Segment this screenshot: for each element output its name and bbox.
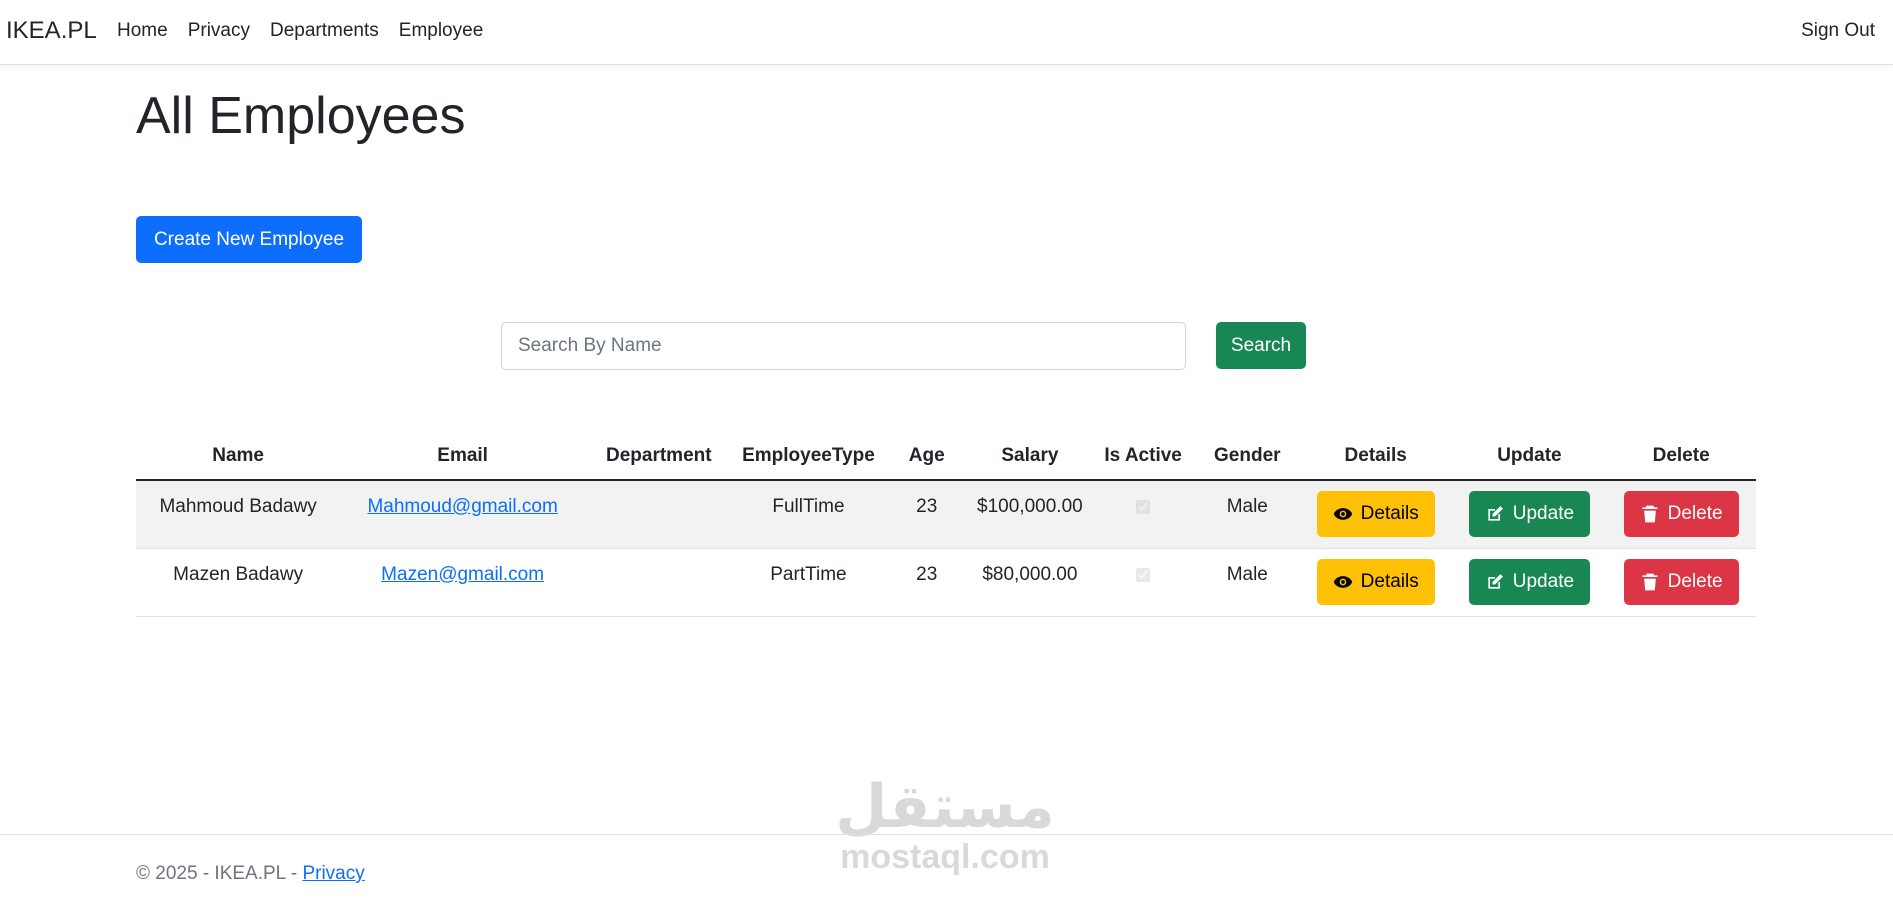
header-is-active: Is Active — [1090, 432, 1196, 481]
employee-name: Mahmoud Badawy — [136, 480, 341, 549]
edit-icon — [1488, 506, 1503, 521]
update-button[interactable]: Update — [1468, 491, 1591, 538]
header-details: Details — [1298, 432, 1453, 481]
table-header-row: Name Email Department EmployeeType Age S… — [136, 432, 1756, 481]
footer: © 2025 - IKEA.PL - Privacy — [0, 834, 1893, 907]
nav-employee[interactable]: Employee — [399, 20, 484, 42]
employee-email-cell: Mahmoud@gmail.com — [340, 480, 585, 549]
header-name: Name — [136, 432, 341, 481]
employee-department — [584, 480, 733, 549]
nav-departments[interactable]: Departments — [270, 20, 379, 42]
employee-department — [584, 548, 733, 617]
navbar: IKEA.PL Home Privacy Departments Employe… — [0, 0, 1893, 65]
delete-cell: Delete — [1606, 548, 1756, 617]
details-cell: Details — [1298, 548, 1453, 617]
header-gender: Gender — [1195, 432, 1299, 481]
delete-button[interactable]: Delete — [1623, 491, 1739, 538]
details-label: Details — [1360, 571, 1419, 592]
employee-email-link[interactable]: Mazen@gmail.com — [381, 564, 544, 585]
nav-home[interactable]: Home — [117, 20, 168, 42]
employee-gender: Male — [1195, 548, 1299, 617]
details-cell: Details — [1298, 480, 1453, 549]
create-employee-button[interactable]: Create New Employee — [136, 216, 362, 263]
update-button[interactable]: Update — [1468, 559, 1591, 605]
table-row: Mahmoud Badawy Mahmoud@gmail.com FullTim… — [136, 480, 1756, 549]
nav-links: Home Privacy Departments Employee — [117, 20, 503, 42]
employee-email-link[interactable]: Mahmoud@gmail.com — [367, 496, 557, 517]
is-active-checkbox — [1136, 500, 1151, 514]
delete-label: Delete — [1667, 571, 1723, 592]
employee-is-active — [1090, 480, 1196, 549]
employee-salary: $100,000.00 — [969, 480, 1091, 549]
details-label: Details — [1360, 503, 1419, 525]
footer-privacy-link[interactable]: Privacy — [302, 863, 364, 884]
trash-icon — [1642, 573, 1658, 591]
edit-icon — [1488, 574, 1503, 589]
update-cell: Update — [1452, 480, 1607, 549]
employee-salary: $80,000.00 — [969, 548, 1091, 617]
employee-type: PartTime — [732, 548, 885, 617]
employee-gender: Male — [1195, 480, 1299, 549]
employees-table: Name Email Department EmployeeType Age S… — [136, 432, 1756, 617]
page-title: All Employees — [136, 87, 466, 145]
eye-icon — [1333, 508, 1352, 521]
header-update: Update — [1452, 432, 1607, 481]
header-age: Age — [884, 432, 970, 481]
delete-button[interactable]: Delete — [1623, 559, 1739, 605]
search-input[interactable] — [501, 322, 1186, 370]
employee-email-cell: Mazen@gmail.com — [340, 548, 585, 617]
update-cell: Update — [1452, 548, 1607, 617]
header-department: Department — [584, 432, 733, 481]
employee-is-active — [1090, 548, 1196, 617]
search-button[interactable]: Search — [1216, 322, 1306, 369]
employee-age: 23 — [884, 480, 970, 549]
header-delete: Delete — [1606, 432, 1756, 481]
brand-link[interactable]: IKEA.PL — [6, 17, 97, 45]
employee-type: FullTime — [732, 480, 885, 549]
header-employee-type: EmployeeType — [732, 432, 885, 481]
employee-age: 23 — [884, 548, 970, 617]
delete-cell: Delete — [1606, 480, 1756, 549]
employee-name: Mazen Badawy — [136, 548, 341, 617]
is-active-checkbox — [1136, 567, 1151, 582]
sign-out-link[interactable]: Sign Out — [1801, 20, 1875, 42]
header-salary: Salary — [969, 432, 1091, 481]
copyright-text: © 2025 - IKEA.PL - — [136, 863, 303, 884]
nav-privacy[interactable]: Privacy — [188, 20, 250, 42]
table-row: Mazen Badawy Mazen@gmail.com PartTime 23… — [136, 548, 1756, 617]
watermark-arabic: مستقل — [835, 772, 1055, 842]
update-label: Update — [1512, 571, 1575, 592]
update-label: Update — [1512, 503, 1575, 525]
delete-label: Delete — [1667, 503, 1723, 525]
details-button[interactable]: Details — [1316, 559, 1435, 605]
trash-icon — [1642, 505, 1658, 523]
header-email: Email — [340, 432, 585, 481]
eye-icon — [1333, 576, 1352, 588]
footer-text: © 2025 - IKEA.PL - Privacy — [136, 863, 365, 885]
details-button[interactable]: Details — [1316, 491, 1435, 538]
